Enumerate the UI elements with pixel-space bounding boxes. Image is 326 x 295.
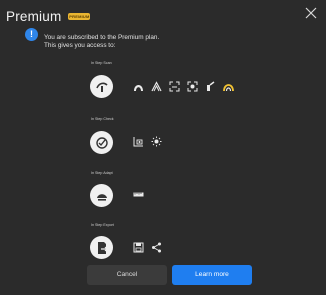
- scan-frame-icon: [169, 81, 180, 92]
- adapt-step-icon: [90, 184, 113, 207]
- check-step-icon: [90, 131, 113, 154]
- section-label-check: In Step Check: [91, 117, 114, 121]
- ruler-icon: [133, 189, 144, 200]
- arch-highlight-icon: [223, 81, 234, 92]
- dialog-header: Premium PREMIUM: [6, 6, 91, 26]
- section-label-adapt: In Step Adapt: [91, 171, 113, 175]
- dialog-title: Premium: [6, 8, 62, 24]
- message-line-1: You are subscribed to the Premium plan.: [44, 34, 160, 41]
- cancel-button[interactable]: Cancel: [87, 265, 167, 285]
- section-label-scan: In Step Scan: [91, 61, 112, 65]
- share-icon: [151, 242, 162, 253]
- save-icon: [133, 242, 144, 253]
- scan-tool-icon: [205, 81, 216, 92]
- arch-lower-icon: [151, 81, 162, 92]
- export-step-icon: [90, 236, 113, 259]
- learn-more-button[interactable]: Learn more: [172, 265, 252, 285]
- premium-dialog: Premium PREMIUM ! You are subscribed to …: [0, 0, 326, 295]
- close-icon[interactable]: [305, 7, 317, 19]
- check-view-icon: [133, 136, 144, 147]
- sun-icon: [151, 136, 162, 147]
- section-label-export: In Step Export: [91, 223, 114, 227]
- message-line-2: This gives you access to:: [44, 42, 116, 50]
- arch-upper-icon: [133, 81, 144, 92]
- scan-target-icon: [187, 81, 198, 92]
- scan-step-icon: [90, 75, 113, 98]
- premium-badge: PREMIUM: [68, 12, 91, 20]
- info-icon: !: [25, 28, 38, 41]
- subscription-message: You are subscribed to the Premium plan. …: [44, 34, 244, 51]
